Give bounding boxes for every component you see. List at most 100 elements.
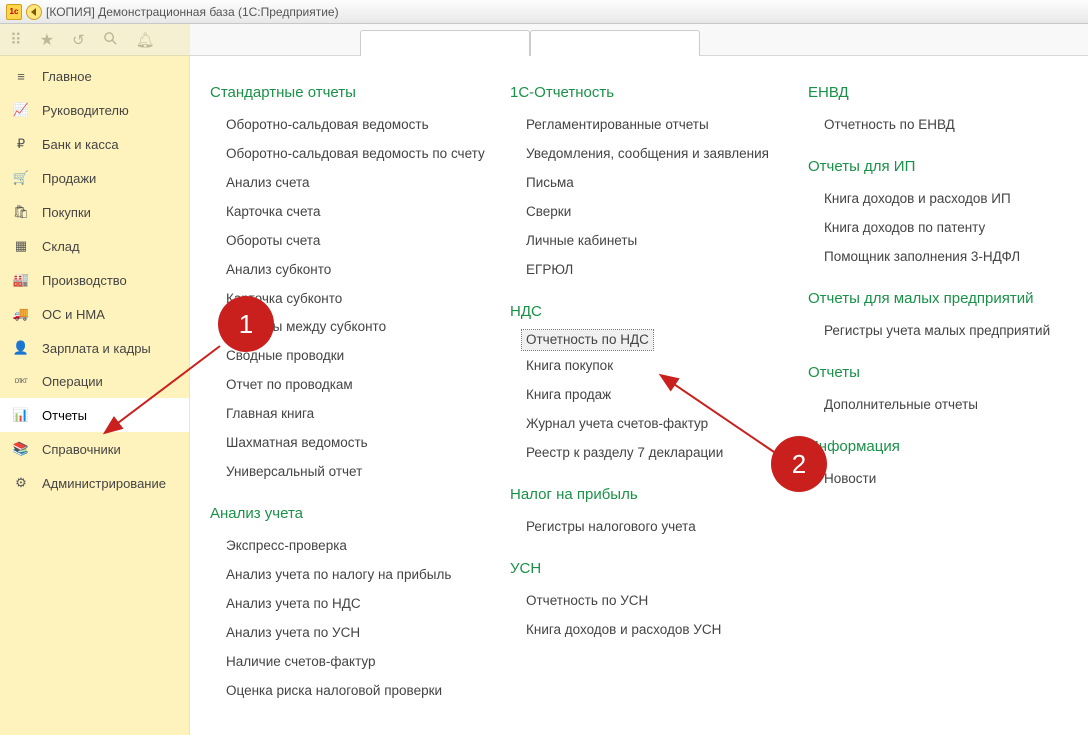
dtkt-icon: ᴰᵀᴷᵀ <box>12 377 30 387</box>
report-link[interactable]: Оборотно-сальдовая ведомость <box>210 111 510 140</box>
section-title: Отчеты для малых предприятий <box>808 290 1078 307</box>
section-title: НДС <box>510 303 808 320</box>
sidebar-item-9[interactable]: ᴰᵀᴷᵀ Операции <box>0 365 189 398</box>
window-title: [КОПИЯ] Демонстрационная база (1С:Предпр… <box>46 5 339 19</box>
report-link[interactable]: Регистры учета малых предприятий <box>808 317 1078 346</box>
tab-strip <box>190 24 1088 56</box>
report-link[interactable]: Анализ учета по НДС <box>210 590 510 619</box>
report-link[interactable]: Регистры налогового учета <box>510 513 808 542</box>
section-title: Анализ учета <box>210 505 510 522</box>
report-link[interactable]: Новости <box>808 465 1078 494</box>
content-column-0: Стандартные отчеты Оборотно-сальдовая вед… <box>210 76 510 706</box>
report-link[interactable]: Шахматная ведомость <box>210 429 510 458</box>
sidebar-item-label: Производство <box>42 273 127 288</box>
content-column-1: 1С-Отчетность Регламентированные отчетыУв… <box>510 76 808 706</box>
report-link[interactable]: Книга доходов и расходов УСН <box>510 616 808 645</box>
chart-icon: 📊 <box>12 407 30 423</box>
sidebar-item-8[interactable]: 👤 Зарплата и кадры <box>0 331 189 365</box>
report-link[interactable]: ЕГРЮЛ <box>510 256 808 285</box>
annotation-label-1: 1 <box>239 309 253 340</box>
report-link[interactable]: Отчет по проводкам <box>210 371 510 400</box>
annotation-circle-2: 2 <box>771 436 827 492</box>
report-link[interactable]: Отчетность по УСН <box>510 587 808 616</box>
sidebar-item-7[interactable]: 🚚ОС и НМА <box>0 297 189 331</box>
sidebar-item-2[interactable]: ₽Банк и касса <box>0 127 189 161</box>
report-link[interactable]: Анализ счета <box>210 169 510 198</box>
report-link[interactable]: Журнал учета счетов-фактур <box>510 410 808 439</box>
person-icon: 👤 <box>12 340 30 356</box>
report-link[interactable]: Реестр к разделу 7 декларации <box>510 439 808 468</box>
window-titlebar: 1c [КОПИЯ] Демонстрационная база (1С:Пре… <box>0 0 1088 24</box>
section-title: Стандартные отчеты <box>210 84 510 101</box>
report-link[interactable]: Сверки <box>510 198 808 227</box>
report-link[interactable]: Отчетность по НДС <box>522 330 653 351</box>
sidebar-item-label: ОС и НМА <box>42 307 105 322</box>
tab-empty-2[interactable] <box>530 30 700 56</box>
report-link[interactable]: Наличие счетов-фактур <box>210 648 510 677</box>
menu-icon: ≡ <box>12 69 30 84</box>
report-link[interactable]: Помощник заполнения 3-НДФЛ <box>808 243 1078 272</box>
grid-icon[interactable]: ⠿ <box>10 30 22 50</box>
sidebar-item-label: Руководителю <box>42 103 129 118</box>
sidebar-item-label: Администрирование <box>42 476 166 491</box>
factory-icon: 🏭 <box>12 272 30 288</box>
trend-icon: 📈 <box>12 102 30 118</box>
sidebar-item-label: Зарплата и кадры <box>42 341 151 356</box>
report-link[interactable]: Универсальный отчет <box>210 458 510 487</box>
report-link[interactable]: Оборотно-сальдовая ведомость по счету <box>210 140 510 169</box>
report-link[interactable]: Письма <box>510 169 808 198</box>
report-link[interactable]: Книга доходов и расходов ИП <box>808 185 1078 214</box>
report-link[interactable]: Анализ учета по УСН <box>210 619 510 648</box>
search-icon[interactable] <box>103 31 118 49</box>
report-link[interactable]: Уведомления, сообщения и заявления <box>510 140 808 169</box>
report-link[interactable]: Главная книга <box>210 400 510 429</box>
sidebar: ⠿ ★ ↺ 🔔︎ ≡ Главное 📈 Руководителю ₽Банк и ка… <box>0 24 190 735</box>
report-link[interactable]: Экспресс-проверка <box>210 532 510 561</box>
sidebar-item-12[interactable]: ⚙Администрирование <box>0 466 189 500</box>
tab-empty-1[interactable] <box>360 30 530 56</box>
sidebar-item-label: Отчеты <box>42 408 87 423</box>
bell-icon[interactable]: 🔔︎ <box>136 31 155 49</box>
content-column-2: ЕНВДОтчетность по ЕНВДОтчеты для ИПКнига… <box>808 76 1078 706</box>
sidebar-item-6[interactable]: 🏭 Производство <box>0 263 189 297</box>
sidebar-item-0[interactable]: ≡ Главное <box>0 60 189 93</box>
back-icon[interactable] <box>26 4 42 20</box>
app-1c-icon: 1c <box>6 4 22 20</box>
star-icon[interactable]: ★ <box>40 30 54 50</box>
sidebar-item-label: Операции <box>42 374 103 389</box>
content-area: Стандартные отчеты Оборотно-сальдовая вед… <box>190 56 1088 735</box>
sidebar-item-label: Справочники <box>42 442 121 457</box>
report-link[interactable]: Личные кабинеты <box>510 227 808 256</box>
report-link[interactable]: Оценка риска налоговой проверки <box>210 677 510 706</box>
annotation-label-2: 2 <box>792 449 806 480</box>
report-link[interactable]: Отчетность по ЕНВД <box>808 111 1078 140</box>
sidebar-item-11[interactable]: 📚Справочники <box>0 432 189 466</box>
report-link[interactable]: Книга доходов по патенту <box>808 214 1078 243</box>
report-link[interactable]: Анализ субконто <box>210 256 510 285</box>
sidebar-item-3[interactable]: 🛒 Продажи <box>0 161 189 195</box>
section-title: Отчеты для ИП <box>808 158 1078 175</box>
cart-icon: 🛒 <box>12 170 30 186</box>
section-title: 1С-Отчетность <box>510 84 808 101</box>
sidebar-item-10[interactable]: 📊 Отчеты <box>0 398 189 432</box>
boxes-icon: ▦ <box>12 238 30 254</box>
report-link[interactable]: Книга продаж <box>510 381 808 410</box>
section-title: Отчеты <box>808 364 1078 381</box>
report-link[interactable]: Анализ учета по налогу на прибыль <box>210 561 510 590</box>
section-title: УСН <box>510 560 808 577</box>
report-link[interactable]: Регламентированные отчеты <box>510 111 808 140</box>
report-link[interactable]: Книга покупок <box>510 352 808 381</box>
annotation-circle-1: 1 <box>218 296 274 352</box>
sidebar-item-5[interactable]: ▦Склад <box>0 229 189 263</box>
sidebar-item-label: Покупки <box>42 205 91 220</box>
sidebar-item-label: Главное <box>42 69 92 84</box>
section-title: Информация <box>808 438 1078 455</box>
sidebar-item-label: Продажи <box>42 171 96 186</box>
report-link[interactable]: Дополнительные отчеты <box>808 391 1078 420</box>
ruble-icon: ₽ <box>12 136 30 152</box>
history-icon[interactable]: ↺ <box>72 31 85 49</box>
sidebar-item-4[interactable]: 🛍Покупки <box>0 195 189 229</box>
report-link[interactable]: Карточка счета <box>210 198 510 227</box>
sidebar-item-1[interactable]: 📈 Руководителю <box>0 93 189 127</box>
report-link[interactable]: Обороты счета <box>210 227 510 256</box>
